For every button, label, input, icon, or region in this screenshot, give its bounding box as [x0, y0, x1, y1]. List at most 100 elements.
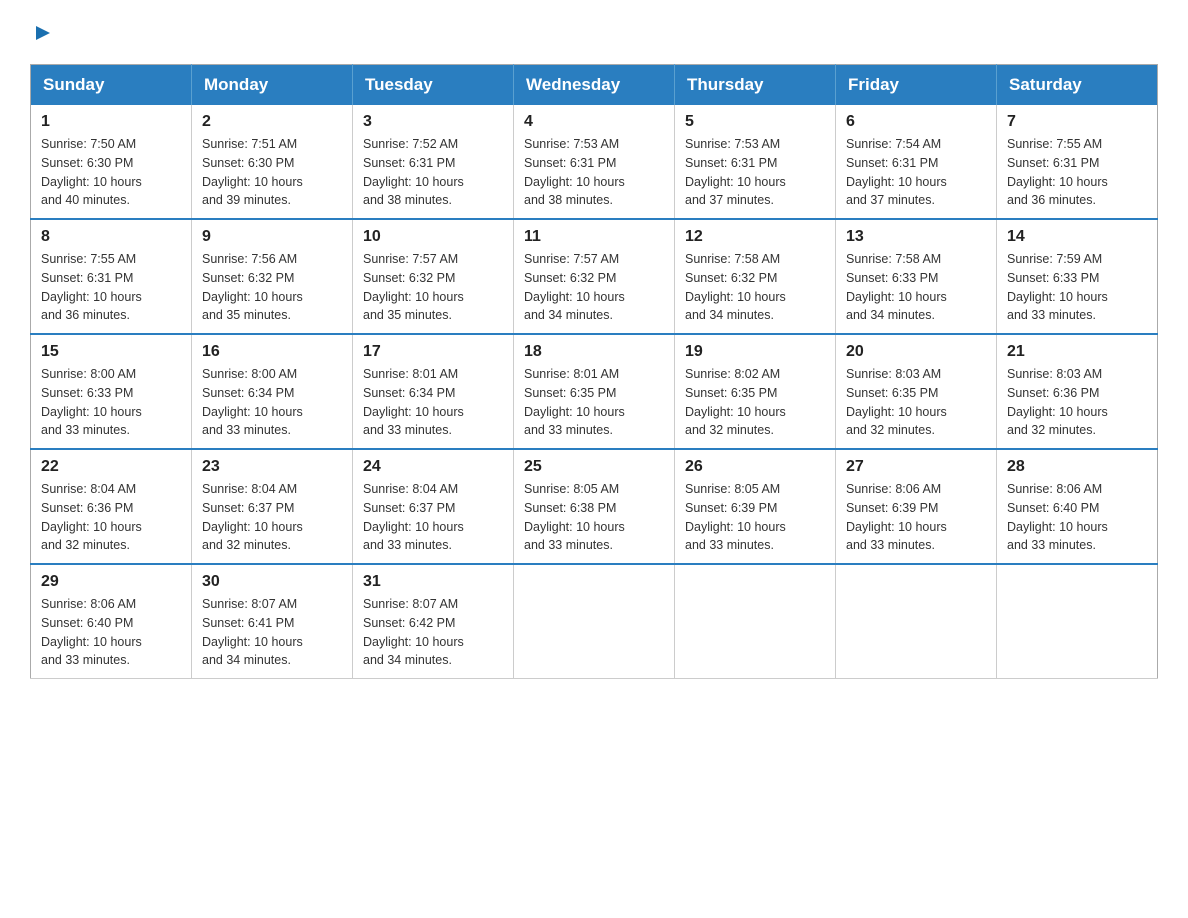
logo-arrow-icon — [32, 22, 54, 44]
day-number: 18 — [524, 343, 664, 361]
day-info: Sunrise: 8:03 AMSunset: 6:35 PMDaylight:… — [846, 365, 986, 440]
header-cell-wednesday: Wednesday — [514, 65, 675, 106]
day-number: 4 — [524, 113, 664, 131]
day-number: 21 — [1007, 343, 1147, 361]
day-cell-2: 2 Sunrise: 7:51 AMSunset: 6:30 PMDaylight… — [192, 105, 353, 219]
day-info: Sunrise: 7:53 AMSunset: 6:31 PMDaylight:… — [524, 135, 664, 210]
day-number: 3 — [363, 113, 503, 131]
day-cell-24: 24 Sunrise: 8:04 AMSunset: 6:37 PMDayligh… — [353, 449, 514, 564]
header-cell-tuesday: Tuesday — [353, 65, 514, 106]
empty-cell — [675, 564, 836, 679]
day-info: Sunrise: 7:50 AMSunset: 6:30 PMDaylight:… — [41, 135, 181, 210]
day-info: Sunrise: 8:06 AMSunset: 6:40 PMDaylight:… — [1007, 480, 1147, 555]
day-info: Sunrise: 8:00 AMSunset: 6:33 PMDaylight:… — [41, 365, 181, 440]
day-number: 12 — [685, 228, 825, 246]
day-info: Sunrise: 8:04 AMSunset: 6:37 PMDaylight:… — [363, 480, 503, 555]
day-cell-31: 31Sunrise: 8:07 AMSunset: 6:42 PMDayligh… — [353, 564, 514, 679]
day-cell-3: 3 Sunrise: 7:52 AMSunset: 6:31 PMDaylight… — [353, 105, 514, 219]
day-cell-7: 7 Sunrise: 7:55 AMSunset: 6:31 PMDaylight… — [997, 105, 1158, 219]
day-number: 28 — [1007, 458, 1147, 476]
day-cell-1: 1 Sunrise: 7:50 AMSunset: 6:30 PMDaylight… — [31, 105, 192, 219]
day-number: 10 — [363, 228, 503, 246]
day-info: Sunrise: 8:00 AMSunset: 6:34 PMDaylight:… — [202, 365, 342, 440]
day-cell-5: 5Sunrise: 7:53 AMSunset: 6:31 PMDaylight… — [675, 105, 836, 219]
day-info: Sunrise: 7:52 AMSunset: 6:31 PMDaylight:… — [363, 135, 503, 210]
day-number: 24 — [363, 458, 503, 476]
day-cell-26: 26 Sunrise: 8:05 AMSunset: 6:39 PMDayligh… — [675, 449, 836, 564]
day-info: Sunrise: 7:56 AMSunset: 6:32 PMDaylight:… — [202, 250, 342, 325]
day-info: Sunrise: 7:51 AMSunset: 6:30 PMDaylight:… — [202, 135, 342, 210]
day-number: 13 — [846, 228, 986, 246]
day-number: 23 — [202, 458, 342, 476]
calendar-header: SundayMondayTuesdayWednesdayThursdayFrid… — [31, 65, 1158, 106]
day-cell-11: 11 Sunrise: 7:57 AMSunset: 6:32 PMDayligh… — [514, 219, 675, 334]
header-row: SundayMondayTuesdayWednesdayThursdayFrid… — [31, 65, 1158, 106]
day-cell-15: 15 Sunrise: 8:00 AMSunset: 6:33 PMDayligh… — [31, 334, 192, 449]
day-info: Sunrise: 8:03 AMSunset: 6:36 PMDaylight:… — [1007, 365, 1147, 440]
day-cell-8: 8Sunrise: 7:55 AMSunset: 6:31 PMDaylight… — [31, 219, 192, 334]
day-info: Sunrise: 7:57 AMSunset: 6:32 PMDaylight:… — [524, 250, 664, 325]
day-info: Sunrise: 8:04 AMSunset: 6:36 PMDaylight:… — [41, 480, 181, 555]
logo — [30, 20, 54, 44]
day-info: Sunrise: 7:57 AMSunset: 6:32 PMDaylight:… — [363, 250, 503, 325]
day-info: Sunrise: 8:01 AMSunset: 6:34 PMDaylight:… — [363, 365, 503, 440]
week-row-3: 15 Sunrise: 8:00 AMSunset: 6:33 PMDayligh… — [31, 334, 1158, 449]
day-cell-14: 14 Sunrise: 7:59 AMSunset: 6:33 PMDayligh… — [997, 219, 1158, 334]
day-cell-4: 4 Sunrise: 7:53 AMSunset: 6:31 PMDaylight… — [514, 105, 675, 219]
day-cell-9: 9 Sunrise: 7:56 AMSunset: 6:32 PMDaylight… — [192, 219, 353, 334]
day-cell-27: 27Sunrise: 8:06 AMSunset: 6:39 PMDayligh… — [836, 449, 997, 564]
day-number: 6 — [846, 113, 986, 131]
day-cell-6: 6 Sunrise: 7:54 AMSunset: 6:31 PMDaylight… — [836, 105, 997, 219]
empty-cell — [997, 564, 1158, 679]
day-info: Sunrise: 8:07 AMSunset: 6:42 PMDaylight:… — [363, 595, 503, 670]
day-cell-29: 29Sunrise: 8:06 AMSunset: 6:40 PMDayligh… — [31, 564, 192, 679]
day-number: 7 — [1007, 113, 1147, 131]
week-row-2: 8Sunrise: 7:55 AMSunset: 6:31 PMDaylight… — [31, 219, 1158, 334]
day-info: Sunrise: 8:02 AMSunset: 6:35 PMDaylight:… — [685, 365, 825, 440]
header-cell-thursday: Thursday — [675, 65, 836, 106]
day-info: Sunrise: 8:05 AMSunset: 6:38 PMDaylight:… — [524, 480, 664, 555]
day-info: Sunrise: 7:53 AMSunset: 6:31 PMDaylight:… — [685, 135, 825, 210]
day-info: Sunrise: 7:54 AMSunset: 6:31 PMDaylight:… — [846, 135, 986, 210]
page-header — [30, 20, 1158, 44]
day-number: 9 — [202, 228, 342, 246]
header-cell-sunday: Sunday — [31, 65, 192, 106]
day-cell-18: 18 Sunrise: 8:01 AMSunset: 6:35 PMDayligh… — [514, 334, 675, 449]
calendar-body: 1 Sunrise: 7:50 AMSunset: 6:30 PMDaylight… — [31, 105, 1158, 679]
day-number: 30 — [202, 573, 342, 591]
day-number: 16 — [202, 343, 342, 361]
empty-cell — [514, 564, 675, 679]
day-cell-25: 25 Sunrise: 8:05 AMSunset: 6:38 PMDayligh… — [514, 449, 675, 564]
day-cell-16: 16 Sunrise: 8:00 AMSunset: 6:34 PMDayligh… — [192, 334, 353, 449]
header-cell-friday: Friday — [836, 65, 997, 106]
day-number: 26 — [685, 458, 825, 476]
day-cell-10: 10 Sunrise: 7:57 AMSunset: 6:32 PMDayligh… — [353, 219, 514, 334]
day-cell-30: 30 Sunrise: 8:07 AMSunset: 6:41 PMDayligh… — [192, 564, 353, 679]
day-number: 11 — [524, 228, 664, 246]
day-info: Sunrise: 8:07 AMSunset: 6:41 PMDaylight:… — [202, 595, 342, 670]
day-number: 2 — [202, 113, 342, 131]
day-info: Sunrise: 7:58 AMSunset: 6:32 PMDaylight:… — [685, 250, 825, 325]
day-cell-22: 22Sunrise: 8:04 AMSunset: 6:36 PMDayligh… — [31, 449, 192, 564]
day-number: 29 — [41, 573, 181, 591]
day-number: 8 — [41, 228, 181, 246]
week-row-1: 1 Sunrise: 7:50 AMSunset: 6:30 PMDaylight… — [31, 105, 1158, 219]
day-number: 15 — [41, 343, 181, 361]
day-number: 17 — [363, 343, 503, 361]
empty-cell — [836, 564, 997, 679]
day-cell-20: 20Sunrise: 8:03 AMSunset: 6:35 PMDayligh… — [836, 334, 997, 449]
day-number: 19 — [685, 343, 825, 361]
day-number: 25 — [524, 458, 664, 476]
day-info: Sunrise: 8:01 AMSunset: 6:35 PMDaylight:… — [524, 365, 664, 440]
week-row-5: 29Sunrise: 8:06 AMSunset: 6:40 PMDayligh… — [31, 564, 1158, 679]
day-info: Sunrise: 7:59 AMSunset: 6:33 PMDaylight:… — [1007, 250, 1147, 325]
day-cell-17: 17 Sunrise: 8:01 AMSunset: 6:34 PMDayligh… — [353, 334, 514, 449]
day-info: Sunrise: 7:55 AMSunset: 6:31 PMDaylight:… — [1007, 135, 1147, 210]
day-number: 14 — [1007, 228, 1147, 246]
day-info: Sunrise: 8:04 AMSunset: 6:37 PMDaylight:… — [202, 480, 342, 555]
day-info: Sunrise: 8:05 AMSunset: 6:39 PMDaylight:… — [685, 480, 825, 555]
day-number: 1 — [41, 113, 181, 131]
day-cell-21: 21 Sunrise: 8:03 AMSunset: 6:36 PMDayligh… — [997, 334, 1158, 449]
day-info: Sunrise: 7:58 AMSunset: 6:33 PMDaylight:… — [846, 250, 986, 325]
header-cell-monday: Monday — [192, 65, 353, 106]
